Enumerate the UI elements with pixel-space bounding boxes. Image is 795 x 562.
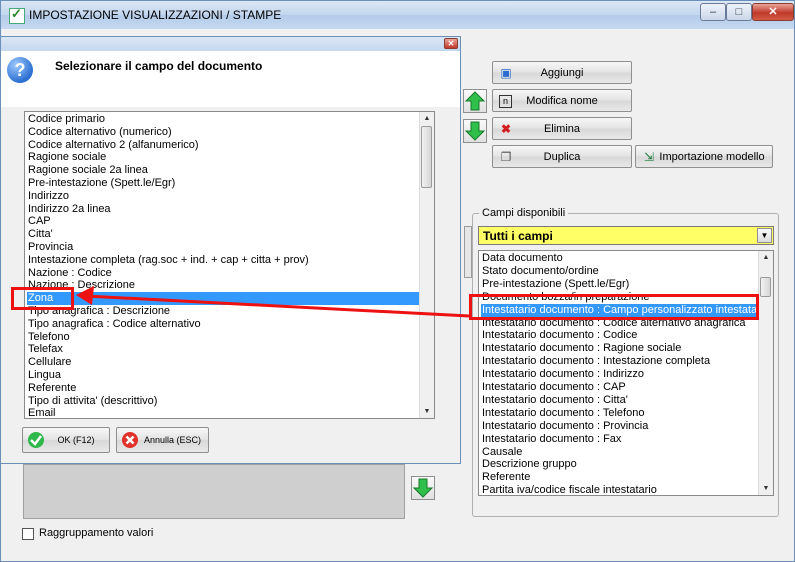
annotation-arrow bbox=[76, 286, 470, 318]
